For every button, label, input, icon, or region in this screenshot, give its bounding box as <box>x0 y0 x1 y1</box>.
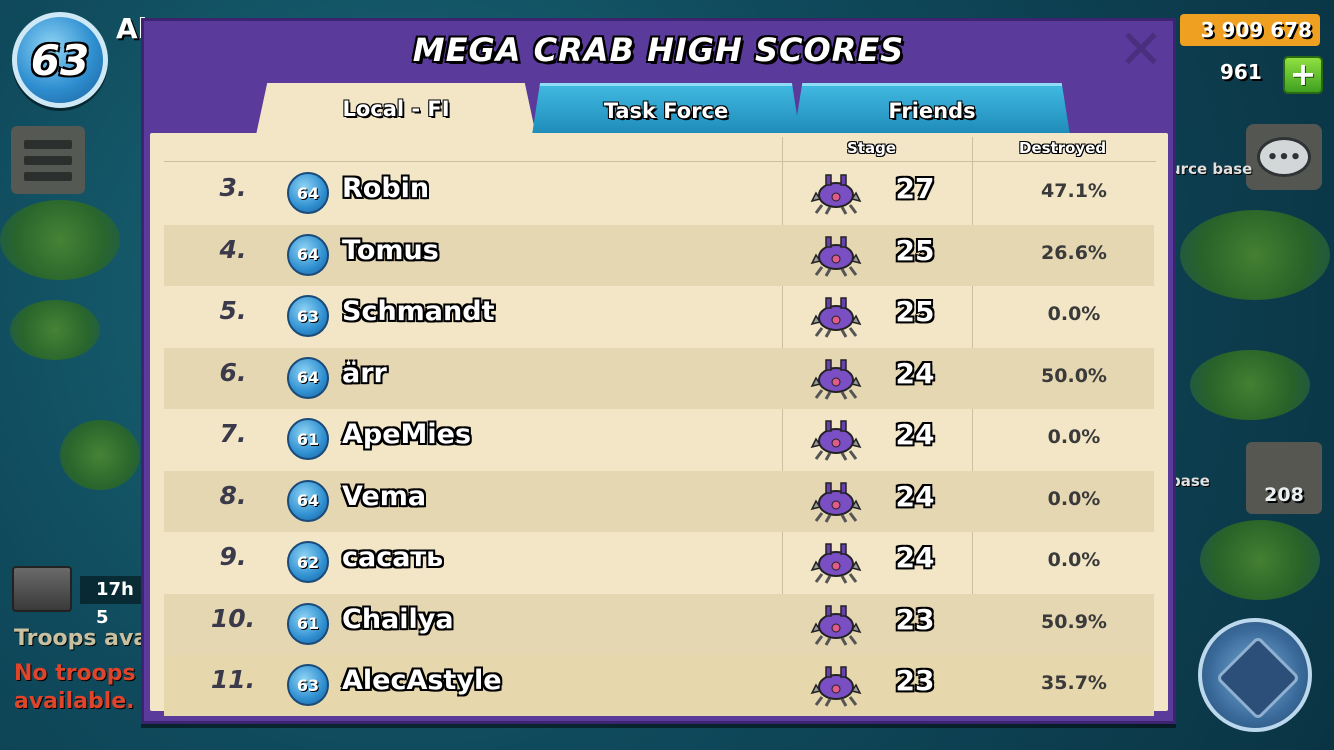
headquarters-button[interactable] <box>1198 618 1312 732</box>
dialog-title: MEGA CRAB HIGH SCORES <box>412 31 905 69</box>
chat-button[interactable]: ••• <box>1246 124 1322 190</box>
stage-value: 24 <box>895 418 935 451</box>
rank: 4. <box>219 234 247 264</box>
chest-icon[interactable] <box>12 566 72 612</box>
high-scores-dialog: MEGA CRAB HIGH SCORES ✕ Local - FI Task … <box>141 18 1176 724</box>
score-row[interactable]: 10. 61 Chailya 23 50.9% <box>164 593 1154 655</box>
scores-panel: Stage Destroyed 3. 64 Robin 27 47.1% 4. 64 Tomu… <box>150 133 1168 716</box>
diamond-amount: 961 <box>1220 60 1262 84</box>
player-level-icon: 64 <box>287 172 329 214</box>
player-name: Tomus <box>342 234 439 266</box>
player-name: AlecAstyle <box>342 665 502 696</box>
player-level-icon: 64 <box>287 356 329 399</box>
hamburger-icon-bar <box>24 171 72 181</box>
stage-value: 23 <box>895 664 935 697</box>
destroyed-value: 0.0% <box>1047 426 1101 448</box>
destroyed-column-header: Destroyed <box>1019 139 1107 157</box>
mega-crab-icon <box>810 479 862 523</box>
destroyed-value: 0.0% <box>1047 303 1101 325</box>
rank: 7. <box>219 419 247 448</box>
island <box>1200 520 1320 600</box>
island <box>0 200 120 280</box>
chest-timer: 17h 5 <box>80 576 150 628</box>
player-level-icon: 61 <box>287 418 329 460</box>
gold-amount: 3 909 678 <box>1200 18 1312 42</box>
troops-button[interactable]: 208 <box>1246 442 1322 514</box>
destroyed-value: 50.9% <box>1041 610 1107 633</box>
score-row[interactable]: 9. 62 сасать 24 0.0% <box>164 532 1154 593</box>
troops-count: 208 <box>1264 484 1304 506</box>
stage-value: 24 <box>895 479 935 513</box>
gold-counter: 3 909 678 <box>1180 14 1320 46</box>
stage-value: 23 <box>895 602 935 636</box>
player-name: Chailya <box>342 603 454 635</box>
rank: 8. <box>219 480 247 510</box>
stage-column-header: Stage <box>847 139 897 157</box>
player-name: сасать <box>342 542 444 573</box>
player-level: 63 <box>30 35 90 85</box>
score-row[interactable]: 5. 63 Schmandt 25 0.0% <box>164 286 1154 347</box>
mega-crab-icon <box>810 663 862 707</box>
rank: 5. <box>219 296 247 325</box>
mega-crab-icon <box>810 294 862 338</box>
hamburger-icon <box>24 139 72 149</box>
menu-button[interactable] <box>11 126 85 194</box>
island <box>1180 210 1330 300</box>
player-level-icon: 63 <box>287 295 329 337</box>
player-name: ApeMies <box>342 419 472 450</box>
destroyed-value: 50.0% <box>1041 364 1107 387</box>
destroyed-value: 0.0% <box>1047 487 1101 510</box>
mega-crab-icon <box>810 540 862 584</box>
score-row[interactable]: 3. 64 Robin 27 47.1% <box>164 163 1154 224</box>
mega-crab-icon <box>810 171 862 215</box>
stage-value: 24 <box>895 356 935 390</box>
player-level-icon: 63 <box>287 664 329 706</box>
no-troops-label: No troops available. <box>14 661 136 714</box>
close-button[interactable]: ✕ <box>1118 23 1164 77</box>
destroyed-value: 0.0% <box>1047 549 1101 571</box>
rank: 11. <box>210 665 256 694</box>
mega-crab-icon <box>810 356 862 400</box>
tab-friends[interactable]: Friends <box>794 83 1070 135</box>
player-level-icon: 64 <box>287 233 329 276</box>
side-label: urce base <box>1170 160 1253 178</box>
header-divider <box>164 161 1156 162</box>
chat-icon: ••• <box>1257 137 1311 177</box>
destroyed-value: 35.7% <box>1041 672 1107 694</box>
rank: 6. <box>219 357 247 387</box>
score-row[interactable]: 11. 63 AlecAstyle 23 35.7% <box>164 655 1154 716</box>
player-level-icon: 64 <box>287 479 329 522</box>
destroyed-value: 26.6% <box>1041 241 1107 264</box>
stage-value: 25 <box>895 233 935 267</box>
player-level-badge[interactable]: 63 <box>12 12 108 108</box>
island <box>1190 350 1310 420</box>
island <box>10 300 100 360</box>
stage-value: 25 <box>895 295 935 328</box>
mega-crab-icon <box>810 602 862 646</box>
tab-local[interactable]: Local - FI <box>256 83 536 135</box>
score-row[interactable]: 6. 64 ärr 24 50.0% <box>164 347 1154 409</box>
score-row[interactable]: 4. 64 Tomus 25 26.6% <box>164 224 1154 286</box>
player-name: Robin <box>342 173 430 204</box>
score-row[interactable]: 7. 61 ApeMies 24 0.0% <box>164 409 1154 470</box>
rank: 10. <box>210 603 256 633</box>
player-name: Schmandt <box>342 296 495 327</box>
tab-task-force[interactable]: Task Force <box>532 83 800 135</box>
stage-value: 24 <box>895 541 935 574</box>
player-level-icon: 62 <box>287 541 329 583</box>
player-name: ärr <box>342 357 387 389</box>
stage-value: 27 <box>895 172 935 205</box>
destroyed-value: 47.1% <box>1041 180 1107 202</box>
rank: 3. <box>219 173 247 202</box>
score-row[interactable]: 8. 64 Vema 24 0.0% <box>164 470 1154 532</box>
island <box>60 420 140 490</box>
mega-crab-icon <box>810 417 862 461</box>
player-level-icon: 61 <box>287 602 329 645</box>
troops-available-label: Troops avai <box>14 626 156 651</box>
mega-crab-icon <box>810 233 862 277</box>
hamburger-icon-bar <box>24 155 72 165</box>
add-diamonds-button[interactable]: + <box>1283 56 1323 94</box>
player-name: Vema <box>342 480 427 512</box>
rank: 9. <box>219 542 247 571</box>
